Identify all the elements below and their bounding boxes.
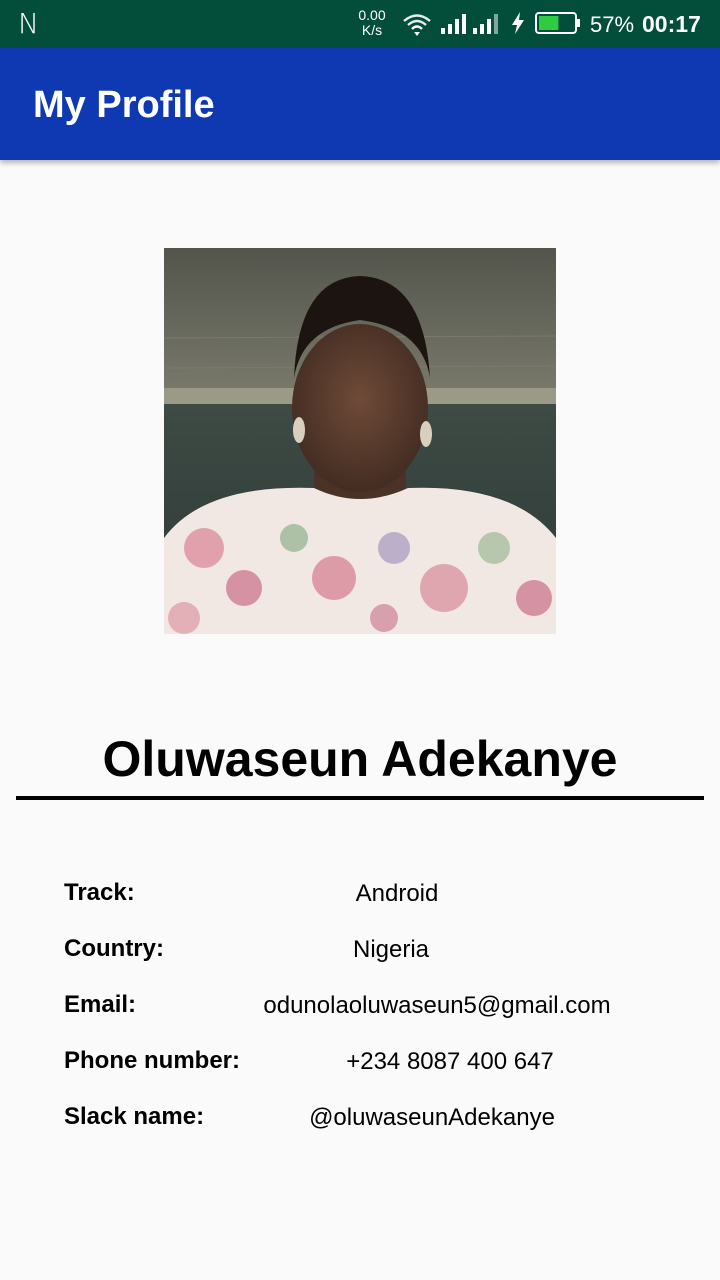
notification-n-icon: N bbox=[18, 7, 39, 40]
clock: 00:17 bbox=[642, 11, 701, 37]
signal-icon bbox=[441, 14, 466, 34]
battery-icon bbox=[535, 12, 580, 34]
slack-name-label: Slack name: bbox=[64, 1103, 205, 1130]
app-bar: My Profile bbox=[0, 48, 720, 160]
network-speed: 0.00 K/s bbox=[352, 8, 392, 38]
network-speed-value: 0.00 bbox=[358, 7, 386, 23]
profile-photo bbox=[164, 248, 556, 634]
page-title: My Profile bbox=[33, 84, 215, 126]
signal-icon bbox=[473, 14, 498, 34]
phone-label: Phone number: bbox=[64, 1047, 241, 1074]
country-label: Country: bbox=[64, 935, 164, 962]
track-value: Android bbox=[355, 880, 439, 907]
profile-name: Oluwaseun Adekanye bbox=[102, 731, 618, 787]
email-label: Email: bbox=[64, 991, 137, 1018]
divider bbox=[16, 796, 704, 800]
phone-value: +234 8087 400 647 bbox=[346, 1048, 554, 1075]
track-label: Track: bbox=[64, 879, 135, 906]
network-speed-unit: K/s bbox=[361, 22, 383, 38]
battery-percent: 57% bbox=[590, 12, 635, 37]
slack-name-value: @oluwaseunAdekanye bbox=[309, 1104, 555, 1131]
wifi-icon bbox=[403, 14, 431, 36]
country-value: Nigeria bbox=[352, 936, 430, 963]
status-bar: N 0.00 K/s 57% 00:17 bbox=[0, 0, 720, 48]
charging-icon bbox=[512, 12, 524, 34]
email-value: odunolaoluwaseun5@gmail.com bbox=[263, 992, 611, 1019]
